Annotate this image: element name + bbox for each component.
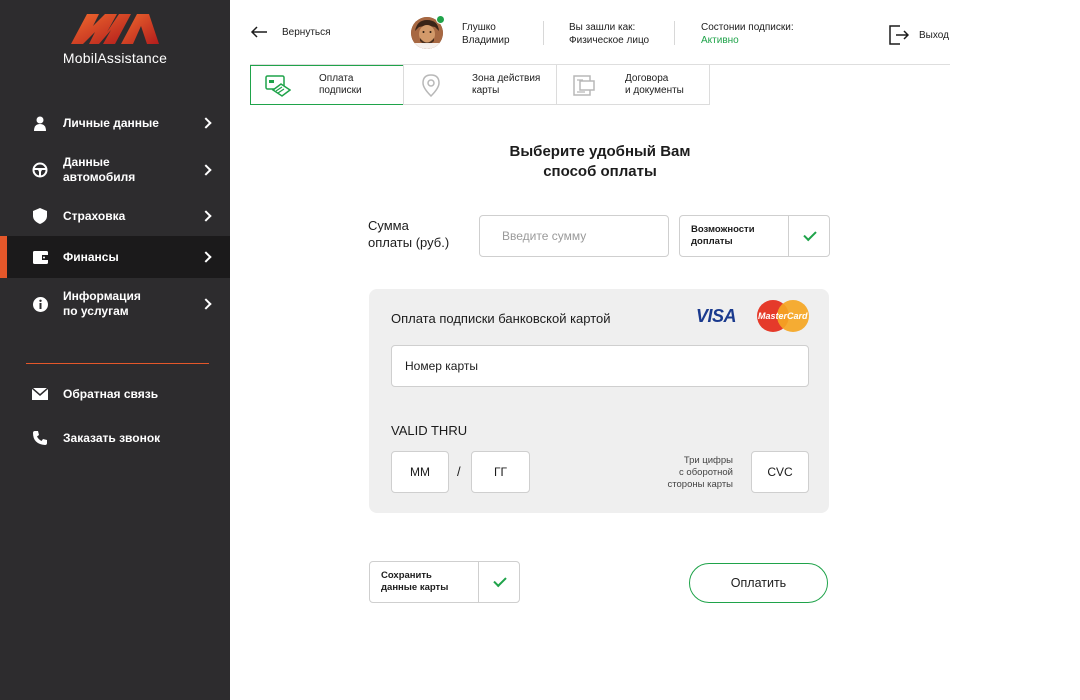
visa-logo: VISA: [696, 306, 737, 326]
chevron-right-icon: [200, 117, 212, 129]
sidebar-item-label: Заказать звонок: [63, 430, 161, 445]
cvc-input[interactable]: [751, 451, 809, 493]
online-status-dot: [436, 15, 445, 24]
extra-payment-label: Возможности доплаты: [691, 224, 755, 247]
sidebar-item-label: Страховка: [63, 208, 126, 223]
user-name: Глушко Владимир: [462, 22, 510, 46]
tab-label: Оплата подписки: [319, 73, 362, 96]
sum-input[interactable]: [479, 215, 669, 257]
arrow-left-icon: [250, 26, 267, 38]
pay-button[interactable]: Оплатить: [689, 563, 828, 603]
sidebar-item-label: Данные автомобиля: [63, 155, 136, 184]
checkmark-icon: [803, 227, 817, 242]
sidebar-item-services-info[interactable]: Информация по услугам: [0, 287, 230, 321]
avatar[interactable]: [411, 15, 445, 49]
shield-icon: [32, 208, 48, 224]
tab-label: Договора и документы: [625, 72, 684, 96]
chevron-right-icon: [200, 164, 212, 176]
sidebar-item-vehicle[interactable]: Данные автомобиля: [0, 154, 230, 186]
wallet-icon: [32, 249, 48, 265]
header-separator: [674, 21, 675, 45]
person-icon: [32, 115, 48, 131]
card-number-input[interactable]: [391, 345, 809, 387]
envelope-icon: [32, 386, 48, 402]
phone-icon: [32, 430, 48, 446]
chevron-right-icon: [200, 251, 212, 263]
expiry-separator: /: [457, 464, 461, 479]
back-label: Вернуться: [282, 26, 331, 38]
back-link[interactable]: Вернуться: [250, 26, 331, 38]
login-as-value: Физическое лицо: [569, 35, 650, 46]
sidebar-item-finance[interactable]: Финансы: [0, 236, 230, 278]
logo-text: MobilAssistance: [62, 50, 168, 66]
logout-label: Выход: [919, 29, 949, 41]
login-as: Вы зашли как: Физическое лицо: [569, 21, 649, 47]
sidebar-item-label: Финансы: [63, 249, 119, 264]
extra-payment-checkbox[interactable]: Возможности доплаты: [679, 215, 830, 257]
logo-mark-icon: [71, 14, 159, 44]
subscription-label: Состонии подписки:: [701, 22, 794, 33]
save-card-checkbox[interactable]: Сохранить данные карты: [369, 561, 520, 603]
mastercard-text: MasterCard: [758, 311, 808, 321]
tab-contracts-documents[interactable]: Договора и документы: [556, 65, 710, 105]
sidebar-item-personal[interactable]: Личные данные: [0, 110, 230, 136]
checkbox-separator: [478, 562, 479, 602]
cvc-hint: Три цифры с оборотной стороны карты: [667, 455, 733, 490]
info-icon: [32, 296, 48, 312]
sum-label: Сумма оплаты (руб.): [368, 218, 450, 250]
logout-icon: [889, 25, 909, 45]
sidebar-item-label: Обратная связь: [63, 386, 159, 401]
chevron-right-icon: [200, 298, 212, 310]
logout-button[interactable]: Выход: [889, 25, 949, 45]
sidebar: MobilAssistance Личные данные Данные авт…: [0, 0, 230, 700]
header-separator: [543, 21, 544, 45]
expiry-month-input[interactable]: [391, 451, 449, 493]
checkbox-separator: [788, 216, 789, 256]
card-payment-icon: [265, 75, 291, 97]
sidebar-item-feedback[interactable]: Обратная связь: [0, 383, 230, 405]
sidebar-divider: [26, 363, 209, 364]
valid-thru-label: VALID THRU: [391, 423, 468, 438]
mastercard-logo: MasterCard: [757, 300, 809, 332]
documents-icon: [573, 75, 595, 96]
steering-wheel-icon: [32, 162, 48, 178]
sidebar-item-label: Личные данные: [63, 115, 159, 130]
save-card-label: Сохранить данные карты: [381, 570, 449, 593]
card-panel-title: Оплата подписки банковской картой: [391, 311, 611, 326]
page-title: Выберите удобный Вам способ оплаты: [509, 143, 691, 180]
sidebar-item-callback[interactable]: Заказать звонок: [0, 427, 230, 449]
logo[interactable]: MobilAssistance: [0, 12, 230, 66]
sidebar-item-insurance[interactable]: Страховка: [0, 203, 230, 229]
tab-subscription-payment[interactable]: Оплата подписки: [250, 65, 404, 105]
sidebar-item-label: Информация по услугам: [63, 289, 141, 318]
subscription-status: Состонии подписки: Активно: [701, 21, 794, 47]
subscription-value: Активно: [701, 35, 739, 46]
tab-coverage-zone[interactable]: Зона действия карты: [403, 65, 557, 105]
checkmark-icon: [493, 573, 507, 588]
tab-label: Зона действия карты: [472, 72, 541, 96]
map-pin-icon: [422, 74, 440, 97]
expiry-year-input[interactable]: [471, 451, 530, 493]
chevron-right-icon: [200, 210, 212, 222]
login-as-label: Вы зашли как:: [569, 22, 636, 33]
